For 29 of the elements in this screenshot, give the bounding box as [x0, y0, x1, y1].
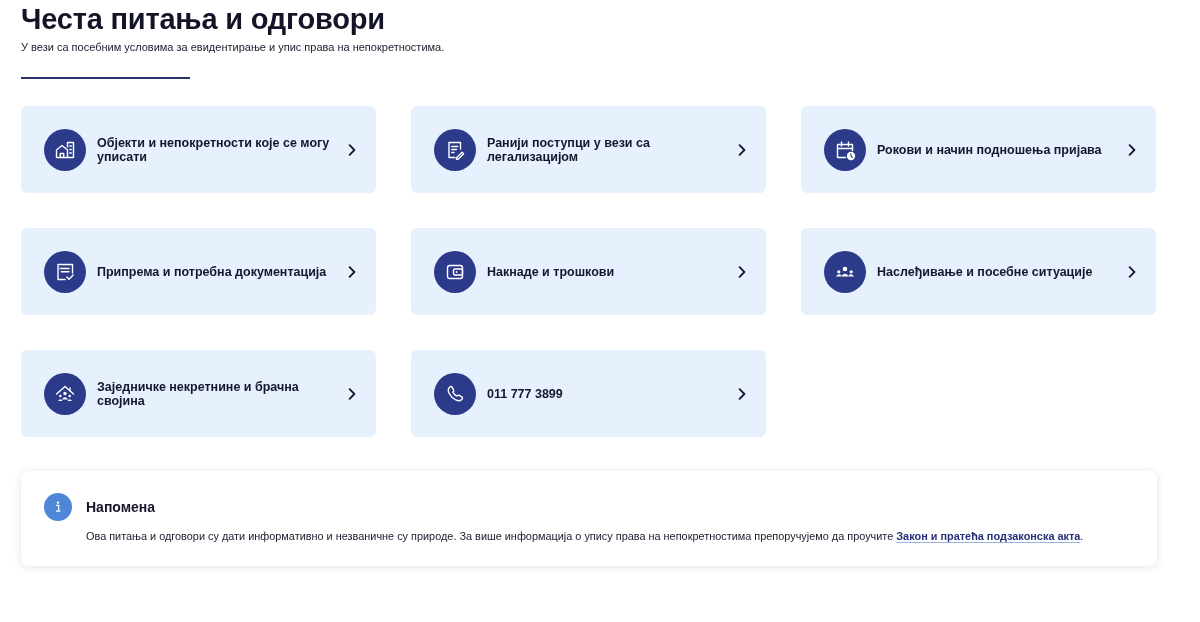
- calendar-clock-icon: [824, 128, 866, 171]
- faq-card[interactable]: Објекти и непокретности које се могу уписати: [21, 106, 376, 193]
- note-title: Напомена: [86, 498, 157, 517]
- faq-card[interactable]: Рокови и начин подношења пријава: [801, 106, 1156, 193]
- chevron-right-icon: [738, 387, 746, 400]
- chevron-right-icon: [1128, 143, 1136, 156]
- checklist-icon: [44, 250, 86, 293]
- faq-card[interactable]: Накнаде и трошкови: [411, 228, 766, 315]
- faq-card[interactable]: Заједничке некретнине и брачна својина: [21, 350, 376, 437]
- chevron-right-icon: [738, 143, 746, 156]
- buildings-icon: [44, 128, 86, 171]
- faq-card[interactable]: Припрема и потребна документација: [21, 228, 376, 315]
- wallet-icon: [434, 250, 476, 293]
- page-title: Честа питања и одговори: [21, 2, 386, 36]
- document-pen-icon: [434, 128, 476, 171]
- note-text: Ова питања и одговори су дати информативно и незваничне су природе. За више информација о упису права на непокретностима препоручујемо да проучите Закон и пратећа подзаконска акта.: [86, 529, 1085, 543]
- faq-card[interactable]: Ранији поступци у вези са легализацијом: [411, 106, 766, 193]
- phone-icon: [434, 372, 476, 415]
- people-icon: [824, 250, 866, 293]
- chevron-right-icon: [348, 265, 356, 278]
- chevron-right-icon: [1128, 265, 1136, 278]
- house-people-icon: [44, 372, 86, 415]
- chevron-right-icon: [738, 265, 746, 278]
- faq-card[interactable]: 011 777 3899: [411, 350, 766, 437]
- chevron-right-icon: [348, 387, 356, 400]
- faq-card[interactable]: Наслеђивање и посебне ситуације: [801, 228, 1156, 315]
- chevron-right-icon: [348, 143, 356, 156]
- info-icon: [44, 493, 72, 521]
- page-subtitle: У вези са посебним условима за евидентирање и упис права на непокретностима.: [21, 40, 446, 54]
